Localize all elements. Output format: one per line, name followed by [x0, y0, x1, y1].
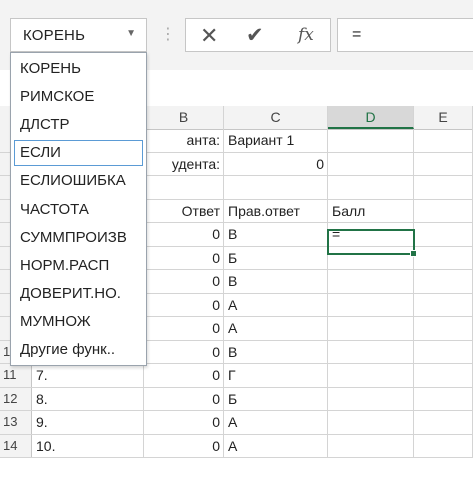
cell-e[interactable] [414, 387, 473, 410]
dropdown-item[interactable]: ЧАСТОТА [14, 197, 143, 223]
table-row: 12 8. 0 Б [0, 387, 473, 411]
cell-e[interactable] [414, 293, 473, 316]
dropdown-item[interactable]: НОРМ.РАСП [14, 253, 143, 279]
cell-b[interactable]: 0 [144, 340, 224, 363]
dropdown-item[interactable]: ЕСЛИ [14, 140, 143, 167]
cell-e[interactable] [414, 152, 473, 175]
row-header[interactable]: 14 [0, 434, 32, 457]
cell-c[interactable]: Б [224, 246, 328, 269]
dropdown-item[interactable]: КОРЕНЬ [14, 56, 143, 82]
cell-d[interactable] [328, 434, 414, 457]
checkmark-icon[interactable]: ✔ [246, 23, 264, 48]
cell-d[interactable] [328, 176, 414, 199]
cell-d[interactable] [328, 270, 414, 293]
cell-e[interactable] [414, 434, 473, 457]
more-options-icon: ⋮ [160, 26, 176, 43]
chevron-down-icon[interactable]: ▼ [126, 28, 136, 39]
cell-b[interactable]: 0 [144, 293, 224, 316]
cell-c[interactable]: Вариант 1 [224, 129, 328, 152]
cell-e[interactable] [414, 223, 473, 246]
cell-b[interactable]: 0 [144, 411, 224, 434]
cell-c[interactable]: 0 [224, 152, 328, 175]
cell-d[interactable]: = [328, 223, 414, 246]
cell-d[interactable] [328, 364, 414, 387]
cell-e[interactable] [414, 340, 473, 363]
cell-d[interactable] [328, 387, 414, 410]
dropdown-item[interactable]: РИМСКОЕ [14, 84, 143, 110]
cell-c[interactable]: В [224, 223, 328, 246]
column-header-c[interactable]: C [224, 106, 328, 129]
cell-b[interactable]: 0 [144, 223, 224, 246]
cell-c[interactable]: А [224, 293, 328, 316]
column-header-d[interactable]: D [328, 106, 414, 129]
function-dropdown: КОРЕНЬ РИМСКОЕ ДЛСТР ЕСЛИ ЕСЛИОШИБКА ЧАСТОТА С… [10, 52, 147, 366]
close-icon[interactable]: ✕ [200, 23, 218, 49]
cell-c[interactable]: А [224, 317, 328, 340]
row-header[interactable]: 13 [0, 411, 32, 434]
cell-d[interactable] [328, 411, 414, 434]
cell-a[interactable]: 8. [32, 387, 144, 410]
cell-b[interactable]: удента: [144, 152, 224, 175]
cell-b[interactable] [144, 176, 224, 199]
cell-e[interactable] [414, 129, 473, 152]
cell-e[interactable] [414, 364, 473, 387]
dropdown-item[interactable]: ЕСЛИОШИБКА [14, 168, 143, 194]
cell-b[interactable]: 0 [144, 364, 224, 387]
formula-input-value: = [352, 26, 362, 43]
table-row: 13 9. 0 А [0, 411, 473, 435]
row-header[interactable]: 12 [0, 387, 32, 410]
row-header[interactable]: 11 [0, 364, 32, 387]
column-header-e[interactable]: E [414, 106, 473, 129]
name-box-value: КОРЕНЬ [23, 27, 86, 44]
cell-c[interactable]: Б [224, 387, 328, 410]
cell-d[interactable] [328, 293, 414, 316]
cell-e[interactable] [414, 199, 473, 222]
spreadsheet-window: КОРЕНЬ ▼ ⋮ ✕ ✔ fx = B C D E анта: Вариант… [0, 0, 473, 492]
dropdown-item[interactable]: СУММПРОИЗВ [14, 225, 143, 251]
cell-a[interactable]: 7. [32, 364, 144, 387]
insert-function-icon[interactable]: fx [298, 25, 314, 45]
cell-b[interactable]: Ответ [144, 199, 224, 222]
cell-e[interactable] [414, 270, 473, 293]
cell-e[interactable] [414, 317, 473, 340]
cell-b[interactable]: 0 [144, 387, 224, 410]
cell-d[interactable] [328, 129, 414, 152]
cell-d[interactable] [328, 152, 414, 175]
cell-d[interactable] [328, 340, 414, 363]
cell-c[interactable] [224, 176, 328, 199]
cell-e[interactable] [414, 246, 473, 269]
dropdown-item[interactable]: ДЛСТР [14, 112, 143, 138]
cell-b[interactable]: 0 [144, 246, 224, 269]
cell-c[interactable]: А [224, 411, 328, 434]
dropdown-item[interactable]: МУМНОЖ [14, 309, 143, 335]
name-box[interactable]: КОРЕНЬ ▼ [10, 18, 147, 52]
cell-c[interactable]: А [224, 434, 328, 457]
dropdown-item[interactable]: ДОВЕРИТ.НО. [14, 281, 143, 307]
cell-c[interactable]: В [224, 340, 328, 363]
cell-b[interactable]: 0 [144, 317, 224, 340]
cell-d[interactable] [328, 317, 414, 340]
cell-b[interactable]: анта: [144, 129, 224, 152]
cell-c[interactable]: В [224, 270, 328, 293]
cell-e[interactable] [414, 411, 473, 434]
table-row: 11 7. 0 Г [0, 364, 473, 388]
cell-a[interactable]: 10. [32, 434, 144, 457]
table-row: 14 10. 0 А [0, 434, 473, 458]
column-header-b[interactable]: B [144, 106, 224, 129]
cell-d[interactable] [328, 246, 414, 269]
cell-b[interactable]: 0 [144, 434, 224, 457]
cell-c[interactable]: Г [224, 364, 328, 387]
cell-d[interactable]: Балл [328, 199, 414, 222]
cell-c[interactable]: Прав.ответ [224, 199, 328, 222]
dropdown-item[interactable]: Другие функ.. [14, 337, 143, 363]
cell-a[interactable]: 9. [32, 411, 144, 434]
formula-buttons: ✕ ✔ fx [185, 18, 331, 52]
cell-e[interactable] [414, 176, 473, 199]
formula-input[interactable]: = [337, 18, 473, 52]
cell-b[interactable]: 0 [144, 270, 224, 293]
